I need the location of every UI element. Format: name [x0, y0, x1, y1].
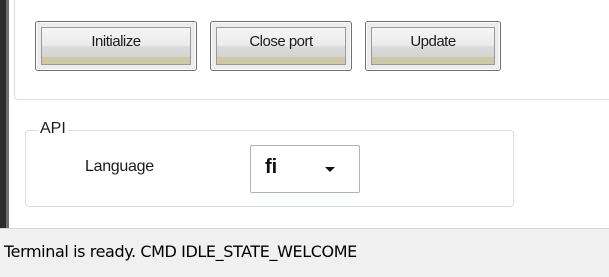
- close-port-button-label: Close port: [249, 32, 313, 50]
- close-port-button[interactable]: Close port: [210, 21, 352, 71]
- app-window: Initialize Close port Update API Languag…: [0, 0, 609, 277]
- window-left-border: [0, 0, 9, 236]
- chevron-down-icon[interactable]: [325, 167, 335, 172]
- connection-group-box: Initialize Close port Update: [14, 0, 609, 100]
- initialize-button[interactable]: Initialize: [35, 21, 197, 71]
- language-selected-value: fi: [265, 156, 278, 178]
- language-label: Language: [85, 158, 154, 175]
- initialize-button-label: Initialize: [91, 32, 141, 50]
- api-group-legend: API: [38, 119, 68, 139]
- language-dropdown[interactable]: fi: [250, 145, 360, 193]
- update-button-label: Update: [410, 32, 456, 50]
- status-text: Terminal is ready. CMD IDLE_STATE_WELCOM…: [4, 242, 357, 261]
- status-bar: Terminal is ready. CMD IDLE_STATE_WELCOM…: [0, 228, 609, 277]
- update-button[interactable]: Update: [365, 21, 501, 71]
